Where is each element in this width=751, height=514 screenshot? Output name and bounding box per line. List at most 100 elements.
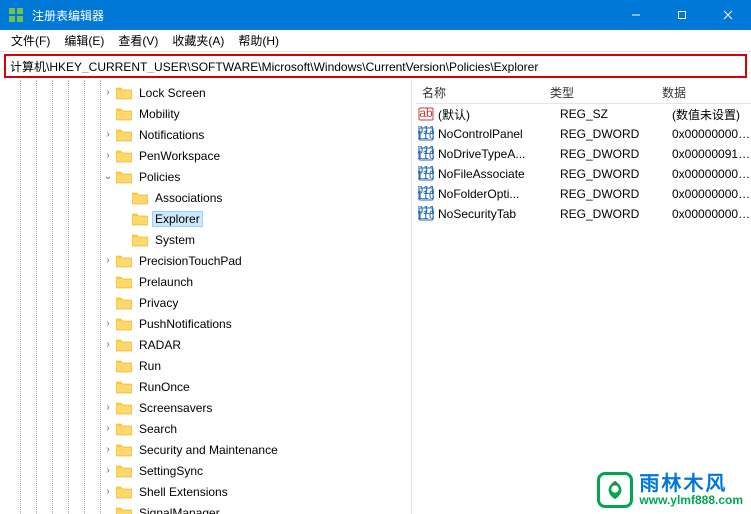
tree-item-label: RADAR	[136, 337, 184, 353]
value-type: REG_DWORD	[560, 147, 672, 161]
value-name: NoDriveTypeA...	[438, 147, 560, 161]
tree-item-runonce[interactable]: RunOnce	[0, 376, 411, 397]
folder-icon	[132, 191, 148, 205]
dword-value-icon: 011110	[418, 126, 434, 142]
tree-item-notifications[interactable]: › Notifications	[0, 124, 411, 145]
window-title: 注册表编辑器	[32, 7, 613, 24]
tree-item-pushnotifications[interactable]: › PushNotifications	[0, 313, 411, 334]
close-button[interactable]	[705, 0, 751, 30]
svg-text:110: 110	[418, 168, 434, 182]
chevron-right-icon[interactable]: ›	[100, 484, 116, 500]
value-data: 0x00000000 (0)	[672, 167, 751, 181]
app-icon	[8, 7, 24, 23]
chevron-right-icon[interactable]: ›	[100, 463, 116, 479]
spacer	[100, 295, 116, 311]
spacer	[100, 505, 116, 514]
tree-item-policies[interactable]: ⌄ Policies	[0, 166, 411, 187]
value-type: REG_DWORD	[560, 127, 672, 141]
value-row[interactable]: 011110NoFolderOpti...REG_DWORD0x00000000…	[416, 184, 751, 204]
tree-item-lock-screen[interactable]: ›Lock Screen	[0, 82, 411, 103]
chevron-right-icon[interactable]: ›	[100, 421, 116, 437]
tree-item-signalmanager[interactable]: SignalManager	[0, 502, 411, 514]
menu-view[interactable]: 查看(V)	[111, 30, 165, 51]
folder-icon	[116, 401, 132, 415]
tree-item-search[interactable]: › Search	[0, 418, 411, 439]
folder-icon	[116, 254, 132, 268]
chevron-down-icon[interactable]: ⌄	[100, 169, 116, 185]
column-data[interactable]: 数据	[656, 80, 751, 103]
value-name: NoFolderOpti...	[438, 187, 560, 201]
tree-item-associations[interactable]: Associations	[0, 187, 411, 208]
tree-item-label: Privacy	[136, 295, 181, 311]
minimize-button[interactable]	[613, 0, 659, 30]
folder-icon	[116, 422, 132, 436]
tree-item-explorer[interactable]: Explorer	[0, 208, 411, 229]
tree-item-label: PrecisionTouchPad	[136, 253, 245, 269]
chevron-right-icon[interactable]: ›	[100, 442, 116, 458]
list-pane[interactable]: 名称 类型 数据 ab(默认)REG_SZ(数值未设置) 011110 NoCont…	[416, 80, 751, 514]
folder-icon	[116, 107, 132, 121]
chevron-right-icon[interactable]: ›	[100, 400, 116, 416]
tree-item-shell-extensions[interactable]: › Shell Extensions	[0, 481, 411, 502]
tree-item-privacy[interactable]: Privacy	[0, 292, 411, 313]
tree-item-security-and-maintenance[interactable]: ›Security and Maintenance	[0, 439, 411, 460]
tree-item-label: Prelaunch	[136, 274, 196, 290]
tree-item-run[interactable]: Run	[0, 355, 411, 376]
column-type[interactable]: 类型	[544, 80, 656, 103]
folder-icon	[116, 485, 132, 499]
tree-item-mobility[interactable]: Mobility	[0, 103, 411, 124]
value-row[interactable]: 011110NoFileAssociateREG_DWORD0x00000000…	[416, 164, 751, 184]
tree-item-prelaunch[interactable]: Prelaunch	[0, 271, 411, 292]
value-data: (数值未设置)	[672, 106, 751, 123]
tree-item-label: Policies	[136, 169, 183, 185]
menu-favorites[interactable]: 收藏夹(A)	[165, 30, 231, 51]
dword-value-icon: 011110	[418, 146, 434, 162]
folder-icon	[116, 380, 132, 394]
value-name: NoControlPanel	[438, 127, 560, 141]
chevron-right-icon[interactable]: ›	[100, 127, 116, 143]
value-data: 0x00000000 (0)	[672, 207, 751, 221]
chevron-right-icon[interactable]: ›	[100, 148, 116, 164]
value-type: REG_DWORD	[560, 167, 672, 181]
menu-file[interactable]: 文件(F)	[4, 30, 57, 51]
column-name[interactable]: 名称	[416, 80, 544, 103]
folder-icon	[116, 338, 132, 352]
menu-edit[interactable]: 编辑(E)	[57, 30, 111, 51]
menu-help[interactable]: 帮助(H)	[231, 30, 286, 51]
chevron-right-icon[interactable]: ›	[100, 316, 116, 332]
tree-item-penworkspace[interactable]: › PenWorkspace	[0, 145, 411, 166]
chevron-right-icon[interactable]: ›	[100, 337, 116, 353]
tree-item-radar[interactable]: › RADAR	[0, 334, 411, 355]
folder-icon	[116, 317, 132, 331]
address-bar[interactable]	[4, 54, 747, 78]
value-data: 0x00000000 (0)	[672, 187, 751, 201]
tree-item-system[interactable]: System	[0, 229, 411, 250]
value-row[interactable]: ab(默认)REG_SZ(数值未设置)	[416, 104, 751, 124]
tree-item-label: Notifications	[136, 127, 207, 143]
chevron-right-icon[interactable]: ›	[100, 253, 116, 269]
tree-pane[interactable]: ›Lock ScreenMobility › Notifications › PenWo…	[0, 80, 412, 514]
value-row[interactable]: 011110NoSecurityTabREG_DWORD0x00000000 (…	[416, 204, 751, 224]
chevron-right-icon[interactable]: ›	[100, 85, 116, 101]
folder-icon	[116, 128, 132, 142]
dword-value-icon: 011110	[418, 206, 434, 222]
folder-icon	[116, 296, 132, 310]
value-row[interactable]: 011110NoControlPanelREG_DWORD0x00000000 …	[416, 124, 751, 144]
tree-item-precisiontouchpad[interactable]: › PrecisionTouchPad	[0, 250, 411, 271]
value-data: 0x00000091 (145	[672, 147, 751, 161]
spacer	[116, 232, 132, 248]
spacer	[116, 190, 132, 206]
tree-item-label: PenWorkspace	[136, 148, 223, 164]
tree-item-label: Shell Extensions	[136, 484, 231, 500]
value-row[interactable]: 011110 NoDriveTypeA...REG_DWORD0x00000091…	[416, 144, 751, 164]
maximize-button[interactable]	[659, 0, 705, 30]
tree-item-settingsync[interactable]: ›SettingSync	[0, 460, 411, 481]
value-name: NoSecurityTab	[438, 207, 560, 221]
address-input[interactable]	[10, 59, 741, 73]
menubar: 文件(F) 编辑(E) 查看(V) 收藏夹(A) 帮助(H)	[0, 30, 751, 52]
svg-text:110: 110	[418, 188, 434, 202]
tree-item-screensavers[interactable]: ›Screensavers	[0, 397, 411, 418]
tree-item-label: Search	[136, 421, 180, 437]
tree-item-label: PushNotifications	[136, 316, 235, 332]
tree-item-label: SignalManager	[136, 505, 223, 514]
